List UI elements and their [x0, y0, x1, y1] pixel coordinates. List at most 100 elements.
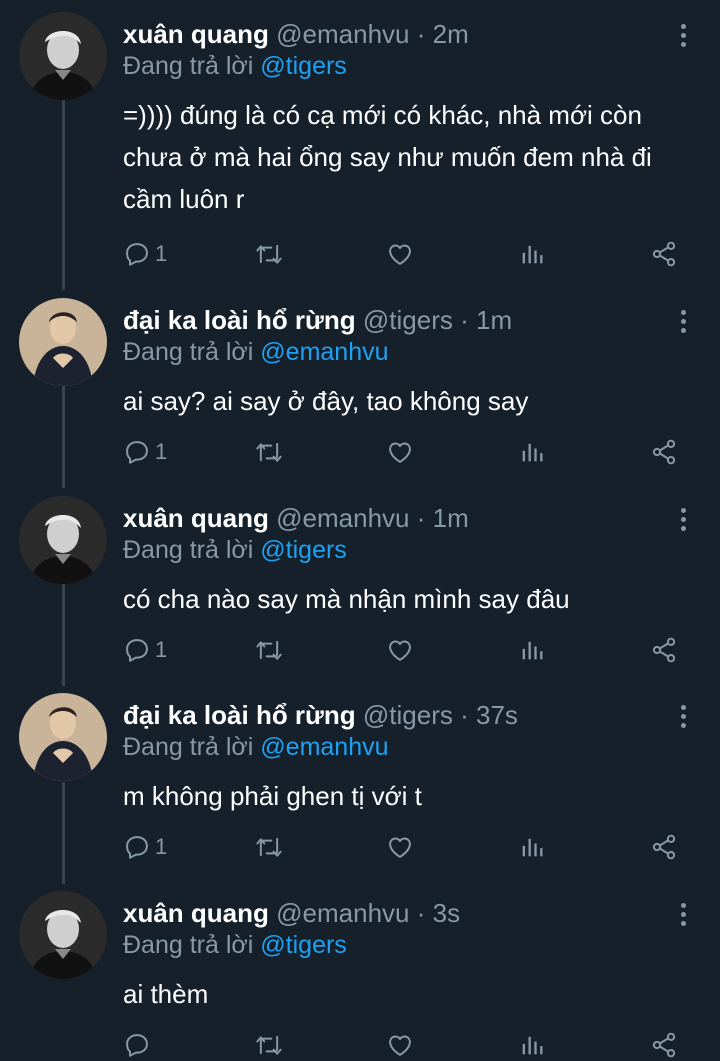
tweet-actions: 1 [0, 630, 720, 670]
more-options-icon[interactable] [676, 705, 690, 731]
tweet-text: có cha nào say mà nhận mình say đâu [123, 584, 570, 614]
tweet-text: m không phải ghen tị với t [123, 781, 422, 811]
more-options-icon[interactable] [676, 903, 690, 929]
more-options-icon[interactable] [676, 310, 690, 336]
separator-dot: · [416, 19, 426, 49]
tweet-actions: 1 [0, 234, 720, 274]
analytics-button[interactable] [518, 432, 546, 472]
reply-mention-link[interactable]: @emanhvu [260, 338, 388, 366]
user-handle[interactable]: @emanhvu [276, 898, 409, 928]
reply-mention-link[interactable]: @tigers [260, 536, 347, 564]
tweet: xuân quang @emanhvu · 2m Đang trả lời @ti… [0, 12, 720, 274]
analytics-button[interactable] [518, 234, 546, 274]
timestamp[interactable]: 3s [433, 898, 460, 928]
tweet-actions [0, 1025, 720, 1061]
replying-prefix: Đang trả lời [123, 931, 254, 959]
like-icon [386, 438, 414, 466]
retweet-icon [255, 240, 283, 268]
share-button[interactable] [650, 234, 678, 274]
user-handle[interactable]: @emanhvu [276, 19, 409, 49]
analytics-icon [518, 636, 546, 664]
reply-icon [123, 240, 151, 268]
like-button[interactable] [386, 630, 414, 670]
tweet: xuân quang @emanhvu · 3s Đang trả lời @ti… [0, 891, 720, 1061]
share-icon [650, 438, 678, 466]
avatar-tigers[interactable] [19, 693, 107, 781]
share-icon [650, 240, 678, 268]
tweet-actions: 1 [0, 432, 720, 472]
reply-button[interactable] [123, 1025, 155, 1061]
retweet-button[interactable] [255, 827, 283, 867]
user-handle[interactable]: @tigers [363, 305, 453, 335]
tweet-text: =)))) đúng là có cạ mới có khác, nhà mới… [123, 100, 652, 214]
analytics-button[interactable] [518, 827, 546, 867]
reply-thread: xuân quang @emanhvu · 2m Đang trả lời @ti… [0, 0, 720, 1061]
like-button[interactable] [386, 234, 414, 274]
display-name[interactable]: xuân quang [123, 19, 269, 49]
share-button[interactable] [650, 630, 678, 670]
tweet-header: xuân quang @emanhvu · 3s [123, 897, 460, 929]
avatar-xuan-quang[interactable] [19, 496, 107, 584]
reply-button[interactable]: 1 [123, 432, 167, 472]
share-button[interactable] [650, 432, 678, 472]
separator-dot: · [460, 305, 469, 335]
retweet-button[interactable] [255, 234, 283, 274]
replying-prefix: Đang trả lời [123, 733, 254, 761]
reply-count: 1 [155, 241, 168, 266]
like-icon [386, 1031, 414, 1059]
reply-icon [123, 636, 151, 664]
display-name[interactable]: đại ka loài hổ rừng [123, 700, 356, 730]
reply-button[interactable]: 1 [123, 234, 167, 274]
reply-icon [123, 438, 151, 466]
tweet-header: đại ka loài hổ rừng @tigers · 37s [123, 699, 518, 731]
like-button[interactable] [386, 1025, 414, 1061]
avatar-xuan-quang[interactable] [19, 12, 107, 100]
separator-dot: · [460, 700, 469, 730]
tweet: xuân quang @emanhvu · 1m Đang trả lời @ti… [0, 496, 720, 670]
separator-dot: · [416, 898, 426, 928]
more-options-icon[interactable] [676, 24, 690, 50]
reply-button[interactable]: 1 [123, 827, 167, 867]
timestamp[interactable]: 2m [433, 19, 469, 49]
like-icon [386, 833, 414, 861]
avatar-tigers[interactable] [19, 298, 107, 386]
reply-mention-link[interactable]: @emanhvu [260, 733, 388, 761]
user-handle[interactable]: @tigers [363, 700, 453, 730]
retweet-icon [255, 636, 283, 664]
analytics-button[interactable] [518, 630, 546, 670]
reply-icon [123, 1031, 151, 1059]
analytics-icon [518, 438, 546, 466]
share-icon [650, 1031, 678, 1059]
reply-mention-link[interactable]: @tigers [260, 52, 347, 80]
display-name[interactable]: đại ka loài hổ rừng [123, 305, 356, 335]
like-button[interactable] [386, 432, 414, 472]
user-handle[interactable]: @emanhvu [276, 503, 409, 533]
reply-count: 1 [155, 637, 168, 662]
reply-mention-link[interactable]: @tigers [260, 931, 347, 959]
tweet-text: ai thèm [123, 979, 209, 1009]
timestamp[interactable]: 1m [433, 503, 469, 533]
like-button[interactable] [386, 827, 414, 867]
share-button[interactable] [650, 1025, 678, 1061]
tweet-text: ai say? ai say ở đây, tao không say [123, 386, 529, 416]
reply-button[interactable]: 1 [123, 630, 167, 670]
more-options-icon[interactable] [676, 508, 690, 534]
share-icon [650, 636, 678, 664]
analytics-icon [518, 833, 546, 861]
share-button[interactable] [650, 827, 678, 867]
replying-to: Đang trả lời @tigers [123, 50, 347, 82]
replying-prefix: Đang trả lời [123, 338, 254, 366]
avatar-xuan-quang[interactable] [19, 891, 107, 979]
retweet-icon [255, 1031, 283, 1059]
timestamp[interactable]: 37s [476, 700, 518, 730]
retweet-button[interactable] [255, 1025, 283, 1061]
retweet-button[interactable] [255, 630, 283, 670]
analytics-button[interactable] [518, 1025, 546, 1061]
display-name[interactable]: xuân quang [123, 898, 269, 928]
retweet-button[interactable] [255, 432, 283, 472]
tweet: đại ka loài hổ rừng @tigers · 1m Đang trả… [0, 298, 720, 472]
retweet-icon [255, 833, 283, 861]
display-name[interactable]: xuân quang [123, 503, 269, 533]
analytics-icon [518, 240, 546, 268]
timestamp[interactable]: 1m [476, 305, 512, 335]
